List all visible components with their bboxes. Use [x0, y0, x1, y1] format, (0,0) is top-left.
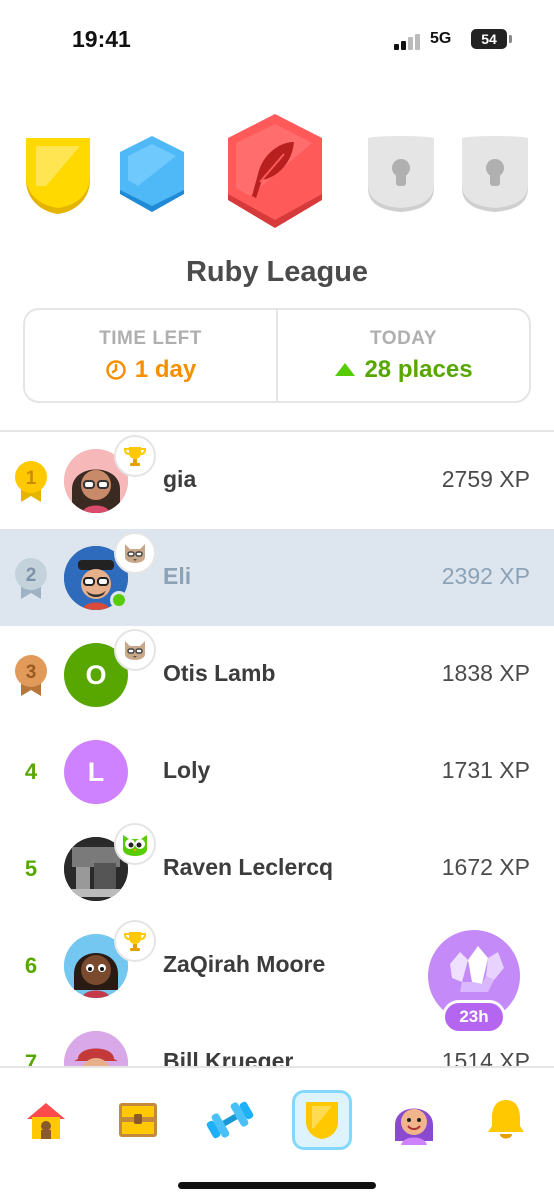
user-xp: 1672 XP	[441, 854, 530, 880]
chest-timer: 23h	[442, 1000, 506, 1034]
shield-icon	[306, 1102, 338, 1139]
user-xp: 2392 XP	[441, 563, 530, 589]
arrow-up-icon	[335, 362, 356, 376]
status-bar: 19:41 5G 54	[0, 0, 554, 84]
league-title: Ruby League	[185, 256, 369, 288]
tab-notifications[interactable]	[476, 1090, 536, 1150]
cat-icon	[125, 544, 145, 563]
rank-medal-silver: 2	[10, 557, 52, 599]
network-label: 5G	[430, 30, 452, 47]
rank-number: 5	[24, 856, 38, 881]
user-xp: 2759 XP	[441, 466, 530, 492]
avatar-illustration	[64, 1031, 128, 1067]
achievement-badge	[114, 532, 156, 574]
time-left-value: 1 day	[134, 355, 197, 383]
tab-practice[interactable]	[200, 1090, 260, 1150]
clock-icon	[106, 359, 126, 380]
profile-icon	[395, 1108, 433, 1145]
bronze-medal-icon: 3	[15, 655, 47, 696]
time-left-label: TIME LEFT	[99, 327, 202, 349]
online-indicator	[110, 591, 128, 609]
rank-medal-bronze: 3	[10, 654, 52, 696]
dumbbell-icon	[206, 1101, 254, 1139]
user-name: Eli	[163, 563, 192, 589]
leaderboard-row-current-user[interactable]: 2 Eli 2392 XP	[0, 529, 554, 626]
leaderboard-row[interactable]: 5 Raven Leclercq 1672 XP	[0, 820, 554, 917]
leaderboard-row[interactable]: 3 O Otis Lamb 1838 XP	[0, 626, 554, 723]
time-left-value-row: 1 day	[105, 356, 196, 384]
user-name: Loly	[163, 757, 211, 783]
avatar[interactable]	[64, 1031, 128, 1067]
leaderboard-row[interactable]: 1 gia 2759 XP	[0, 432, 554, 529]
rank-number: 7	[24, 1050, 38, 1067]
league-badges	[0, 110, 554, 240]
avatar[interactable]: L	[64, 740, 128, 804]
today-stat: TODAY 28 places	[276, 310, 529, 401]
user-name: ZaQirah Moore	[163, 951, 326, 977]
user-name: gia	[163, 466, 197, 492]
bell-icon	[488, 1100, 524, 1139]
tab-learn[interactable]	[16, 1090, 76, 1150]
user-xp: 1838 XP	[441, 660, 530, 686]
battery-icon: 54	[471, 29, 512, 49]
trophy-icon	[123, 932, 147, 951]
rank-number: 4	[24, 759, 38, 784]
today-value-row: 28 places	[334, 355, 473, 384]
user-name: Bill Krueger	[163, 1048, 294, 1067]
locked-league-badge-icon	[462, 136, 528, 212]
owl-icon	[123, 835, 147, 856]
gems-icon	[450, 946, 504, 992]
user-xp: 1731 XP	[441, 757, 530, 783]
silver-medal-icon: 2	[15, 558, 47, 599]
today-label: TODAY	[370, 327, 437, 349]
rank-number: 2	[26, 565, 37, 586]
locked-league-badge-icon	[368, 136, 434, 212]
home-icon	[27, 1103, 65, 1139]
gold-medal-icon: 1	[15, 461, 47, 502]
treasure-chest-icon	[119, 1103, 157, 1137]
leaderboard-row[interactable]: 4 L Loly 1731 XP	[0, 723, 554, 820]
status-time: 19:41	[72, 26, 131, 52]
time-left-stat: TIME LEFT 1 day	[25, 310, 276, 401]
tab-leaderboards[interactable]	[292, 1090, 352, 1150]
bottom-nav	[0, 1066, 554, 1200]
cat-icon	[125, 641, 145, 660]
rank-number: 1	[26, 468, 37, 489]
achievement-badge	[114, 629, 156, 671]
tab-profile[interactable]	[384, 1090, 444, 1150]
trophy-icon	[123, 447, 147, 466]
rank-number: 3	[26, 662, 37, 683]
rank-number: 6	[24, 953, 38, 978]
gold-league-badge-icon[interactable]	[22, 136, 94, 216]
user-name: Otis Lamb	[163, 660, 276, 686]
user-xp: 1514 XP	[441, 1048, 530, 1067]
chest-reward-button[interactable]: 23h	[428, 930, 520, 1040]
achievement-badge	[114, 823, 156, 865]
home-indicator	[178, 1182, 376, 1189]
today-value: 28 places	[364, 355, 473, 383]
rank-medal-gold: 1	[10, 460, 52, 502]
user-name: Raven Leclercq	[163, 854, 334, 880]
achievement-badge	[114, 920, 156, 962]
ruby-league-badge-icon[interactable]	[222, 112, 328, 238]
tab-stories[interactable]	[108, 1090, 168, 1150]
achievement-badge	[114, 435, 156, 477]
signal-icon	[394, 34, 420, 50]
league-stats: TIME LEFT 1 day TODAY 28 places	[23, 308, 531, 403]
sapphire-league-badge-icon[interactable]	[116, 134, 188, 218]
